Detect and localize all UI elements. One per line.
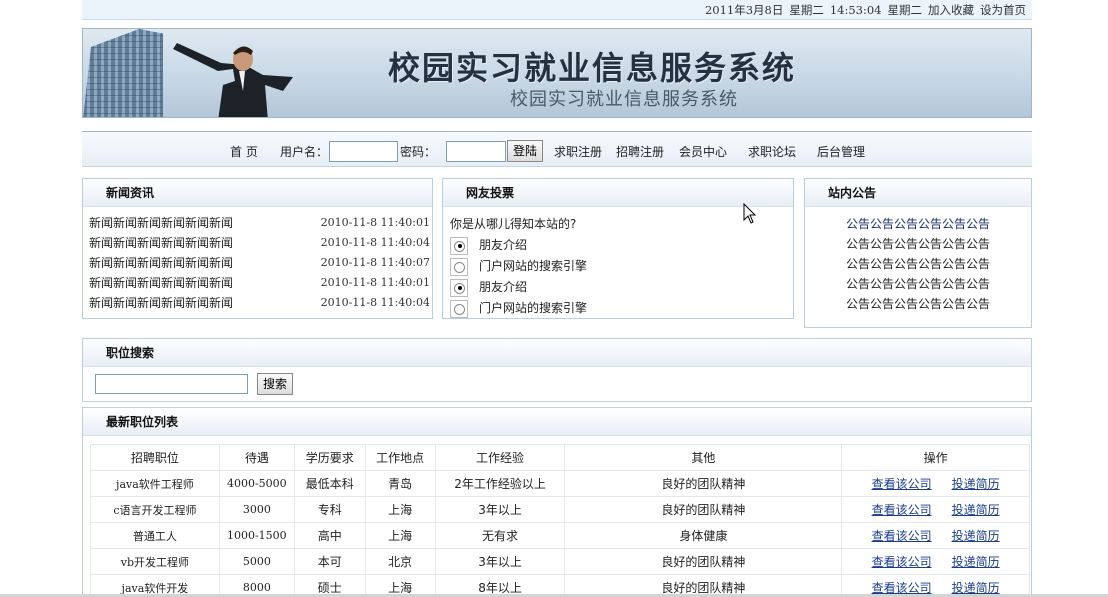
vote-panel: 网友投票 你是从哪儿得知本站的? 朋友介绍 门户网站的搜索引擎 朋友介绍 门户网… <box>442 178 794 319</box>
view-company-link[interactable]: 查看该公司 <box>872 503 932 517</box>
vote-panel-title: 网友投票 <box>443 179 793 207</box>
table-header-row: 招聘职位 待遇 学历要求 工作地点 工作经验 其他 操作 <box>90 444 1030 471</box>
view-company-link[interactable]: 查看该公司 <box>872 529 932 543</box>
password-label: 密码： <box>400 145 437 159</box>
businessman-image <box>173 43 293 117</box>
username-input[interactable] <box>329 141 398 162</box>
current-weekday-2: 星期二 <box>887 3 923 17</box>
submit-resume-link[interactable]: 投递简历 <box>952 555 1000 569</box>
list-item[interactable]: 新闻新闻新闻新闻新闻新闻 2010-11-8 11:40:07 <box>89 253 430 273</box>
radio-button[interactable] <box>454 282 465 294</box>
nav-admin[interactable]: 后台管理 <box>817 132 865 172</box>
view-company-link[interactable]: 查看该公司 <box>872 581 932 595</box>
job-table: 招聘职位 待遇 学历要求 工作地点 工作经验 其他 操作 java软件工程师 40… <box>90 444 1030 596</box>
column-header: 学历要求 <box>293 444 366 471</box>
job-list-panel: 最新职位列表 招聘职位 待遇 学历要求 工作地点 工作经验 其他 操作 java… <box>82 407 1032 597</box>
vote-option[interactable]: 朋友介绍 <box>450 277 527 297</box>
list-item[interactable]: 新闻新闻新闻新闻新闻新闻 2010-11-8 11:40:04 <box>89 233 430 253</box>
list-item[interactable]: 公告公告公告公告公告公告 <box>805 214 1031 234</box>
radio-button[interactable] <box>454 240 465 252</box>
notice-panel: 站内公告 公告公告公告公告公告公告 公告公告公告公告公告公告 公告公告公告公告公… <box>804 178 1032 328</box>
nav-bar: 首 页 用户名： 密码： 登陆 求职注册 招聘注册 会员中心 求职论坛 后台管理 <box>82 131 1032 167</box>
submit-resume-link[interactable]: 投递简历 <box>952 529 1000 543</box>
table-row: 普通工人 1000-1500 高中 上海 无有求 身体健康 查看该公司 投递简历 <box>90 522 1030 549</box>
list-item[interactable]: 公告公告公告公告公告公告 <box>805 254 1031 274</box>
add-favorite-link[interactable]: 加入收藏 <box>928 3 974 17</box>
nav-forum[interactable]: 求职论坛 <box>748 132 796 172</box>
password-input[interactable] <box>446 141 506 162</box>
site-banner: 校园实习就业信息服务系统 校园实习就业信息服务系统 <box>82 28 1032 118</box>
top-info-bar: 2011年3月8日 星期二 14:53:04 星期二 加入收藏 设为首页 <box>82 0 1032 20</box>
job-search-button[interactable]: 搜索 <box>257 373 294 395</box>
table-row: vb开发工程师 5000 本可 北京 3年以上 良好的团队精神 查看该公司 投递简历 <box>90 548 1030 575</box>
current-time: 14:53:04 <box>829 3 882 17</box>
set-home-link[interactable]: 设为首页 <box>980 3 1026 17</box>
nav-job-seeker-register[interactable]: 求职注册 <box>554 132 602 172</box>
job-list-title: 最新职位列表 <box>83 408 1031 436</box>
table-row: c语言开发工程师 3000 专科 上海 3年以上 良好的团队精神 查看该公司 投递简历 <box>90 496 1030 523</box>
nav-recruit-register[interactable]: 招聘注册 <box>616 132 664 172</box>
list-item[interactable]: 新闻新闻新闻新闻新闻新闻 2010-11-8 11:40:04 <box>89 293 430 313</box>
job-search-title: 职位搜索 <box>83 339 1031 367</box>
job-search-panel: 职位搜索 搜索 <box>82 338 1032 402</box>
column-header: 其他 <box>564 444 843 471</box>
job-search-input[interactable] <box>95 374 248 394</box>
column-header: 工作经验 <box>434 444 566 471</box>
column-header: 待遇 <box>218 444 295 471</box>
vote-question: 你是从哪儿得知本站的? <box>450 217 577 231</box>
mouse-pointer-icon <box>743 203 757 224</box>
column-header: 操作 <box>841 444 1030 471</box>
banner-subtitle: 校园实习就业信息服务系统 <box>510 89 738 110</box>
list-item[interactable]: 新闻新闻新闻新闻新闻新闻 2010-11-8 11:40:01 <box>89 213 430 233</box>
current-weekday: 星期二 <box>789 3 824 17</box>
vote-option[interactable]: 门户网站的搜索引擎 <box>450 256 587 276</box>
column-header: 招聘职位 <box>90 444 220 471</box>
login-button[interactable]: 登陆 <box>507 140 544 162</box>
submit-resume-link[interactable]: 投递简历 <box>952 581 1000 595</box>
list-item[interactable]: 公告公告公告公告公告公告 <box>805 294 1031 314</box>
notice-panel-title: 站内公告 <box>805 179 1031 207</box>
nav-member-center[interactable]: 会员中心 <box>679 132 727 172</box>
submit-resume-link[interactable]: 投递简历 <box>952 477 1000 491</box>
table-row: java软件工程师 4000-5000 最低本科 青岛 2年工作经验以上 良好的团队精神 … <box>90 470 1030 497</box>
current-date: 2011年3月8日 <box>704 3 784 17</box>
radio-button[interactable] <box>454 261 465 273</box>
submit-resume-link[interactable]: 投递简历 <box>952 503 1000 517</box>
radio-button[interactable] <box>454 303 465 315</box>
username-label: 用户名： <box>280 145 329 159</box>
view-company-link[interactable]: 查看该公司 <box>872 477 932 491</box>
column-header: 工作地点 <box>364 444 436 471</box>
nav-home-link[interactable]: 首 页 <box>230 132 258 172</box>
list-item[interactable]: 新闻新闻新闻新闻新闻新闻 2010-11-8 11:40:01 <box>89 273 430 293</box>
list-item[interactable]: 公告公告公告公告公告公告 <box>805 234 1031 254</box>
view-company-link[interactable]: 查看该公司 <box>872 555 932 569</box>
news-panel-title: 新闻资讯 <box>83 179 432 207</box>
banner-title: 校园实习就业信息服务系统 <box>388 49 797 87</box>
list-item[interactable]: 公告公告公告公告公告公告 <box>805 274 1031 294</box>
news-panel: 新闻资讯 新闻新闻新闻新闻新闻新闻 2010-11-8 11:40:01 新闻新闻… <box>82 178 433 319</box>
vote-option[interactable]: 朋友介绍 <box>450 235 527 255</box>
vote-option[interactable]: 门户网站的搜索引擎 <box>450 298 587 318</box>
